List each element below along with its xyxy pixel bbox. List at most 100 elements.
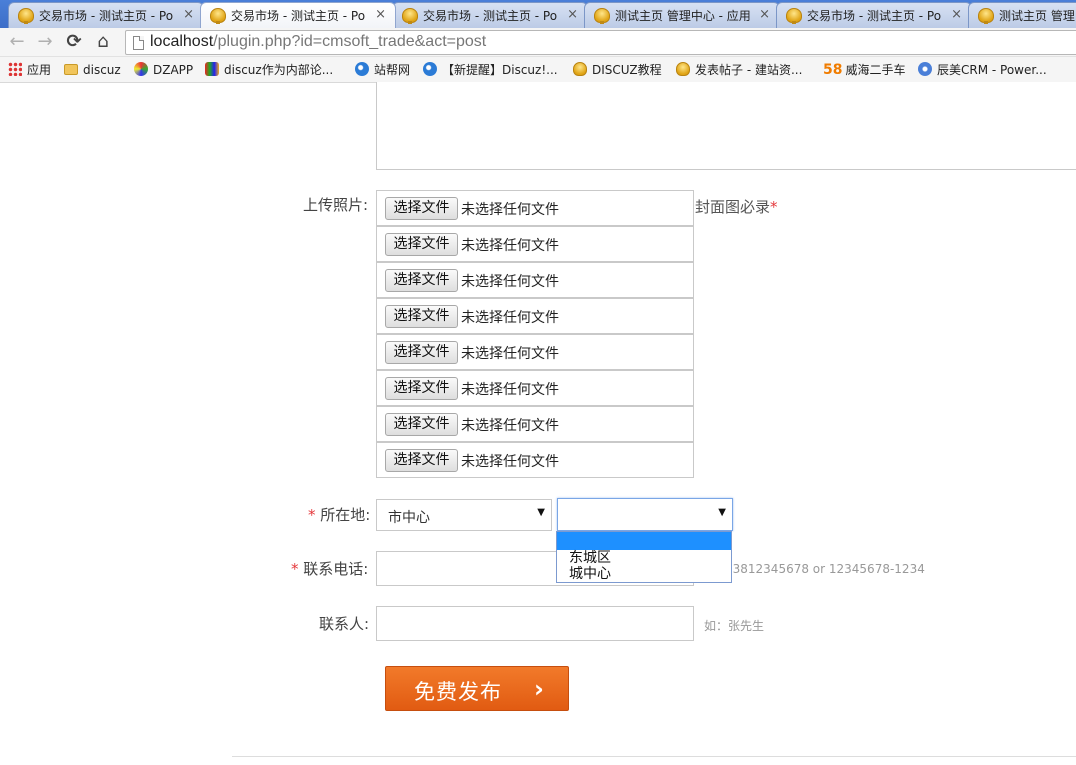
close-icon[interactable]: × bbox=[183, 7, 194, 23]
free-publish-button[interactable]: 免费发布 › bbox=[385, 666, 569, 711]
tab-title: 测试主页 管理中心 - 应用 bbox=[615, 9, 751, 23]
bookmark-discuz-tutorial[interactable]: DISCUZ教程 bbox=[573, 60, 662, 80]
bookmark-apps[interactable]: 应用 bbox=[8, 60, 51, 80]
close-icon[interactable]: × bbox=[759, 7, 770, 23]
trophy-icon bbox=[573, 62, 587, 76]
choose-file-button[interactable]: 选择文件 bbox=[385, 305, 458, 328]
district-dropdown-list: 东城区 城中心 bbox=[556, 531, 732, 583]
bookmark-label: 发表帖子 - 建站资... bbox=[695, 63, 803, 77]
bookmarks-bar: 应用 discuz DZAPP discuz作为内部论... 站帮网 【新提醒】… bbox=[0, 57, 1076, 83]
reload-icon[interactable]: ⟳ bbox=[62, 31, 86, 53]
ie-icon bbox=[355, 62, 369, 76]
address-bar[interactable]: localhost/plugin.php?id=cmsoft_trade&act… bbox=[125, 30, 1076, 55]
close-icon[interactable]: × bbox=[951, 7, 962, 23]
bookmark-zhanbang[interactable]: 站帮网 bbox=[355, 60, 410, 80]
district-option[interactable]: 城中心 bbox=[557, 566, 731, 582]
browser-tab[interactable]: 测试主页 管理中 bbox=[968, 2, 1076, 28]
trophy-icon bbox=[676, 62, 690, 76]
forward-arrow-icon[interactable]: → bbox=[33, 31, 57, 53]
bookmark-discuz-reminder[interactable]: 【新提醒】Discuz!... bbox=[423, 60, 558, 80]
bookmark-label: 【新提醒】Discuz!... bbox=[442, 63, 558, 77]
file-status: 未选择任何文件 bbox=[461, 454, 559, 470]
trophy-favicon-icon bbox=[18, 8, 34, 23]
dzapp-icon bbox=[134, 62, 148, 76]
district-option[interactable]: 东城区 bbox=[557, 550, 731, 566]
location-label-text: 所在地: bbox=[320, 506, 371, 524]
browser-tab[interactable]: 交易市场 - 测试主页 - Po × bbox=[8, 2, 204, 28]
cover-note-text: 封面图必录 bbox=[695, 198, 771, 216]
choose-file-button[interactable]: 选择文件 bbox=[385, 269, 458, 292]
tab-title: 交易市场 - 测试主页 - Po bbox=[423, 9, 558, 23]
file-input-row: 选择文件 未选择任何文件 bbox=[376, 190, 694, 226]
58-icon: 58 bbox=[823, 62, 843, 78]
ie-icon bbox=[423, 62, 437, 76]
multicolor-icon bbox=[205, 62, 219, 76]
phone-label-text: 联系电话: bbox=[303, 560, 369, 578]
phone-label: * 联系电话: bbox=[291, 558, 368, 579]
browser-tab-active[interactable]: 交易市场 - 测试主页 - Po × bbox=[200, 2, 396, 28]
file-input-row: 选择文件 未选择任何文件 bbox=[376, 406, 694, 442]
file-status: 未选择任何文件 bbox=[461, 418, 559, 434]
bookmark-post-thread[interactable]: 发表帖子 - 建站资... bbox=[676, 60, 802, 80]
bookmark-label: 威海二手车 bbox=[845, 63, 906, 77]
url-host: localhost bbox=[150, 33, 214, 50]
bookmark-crm[interactable]: 辰美CRM - Power... bbox=[918, 60, 1047, 80]
browser-tab[interactable]: 交易市场 - 测试主页 - Po × bbox=[776, 2, 972, 28]
close-icon[interactable]: × bbox=[375, 7, 386, 23]
required-mark: * bbox=[308, 506, 316, 524]
choose-file-button[interactable]: 选择文件 bbox=[385, 413, 458, 436]
file-input-row: 选择文件 未选择任何文件 bbox=[376, 334, 694, 370]
url-text: localhost/plugin.php?id=cmsoft_trade&act… bbox=[150, 33, 486, 51]
phone-hint: 13812345678 or 12345678-1234 bbox=[725, 562, 925, 576]
chevron-right-icon: › bbox=[534, 675, 544, 703]
bookmark-label: discuz bbox=[83, 63, 121, 77]
city-select-value: 市中心 bbox=[388, 510, 430, 526]
file-input-row: 选择文件 未选择任何文件 bbox=[376, 370, 694, 406]
trophy-favicon-icon bbox=[978, 8, 994, 23]
tab-title: 交易市场 - 测试主页 - Po bbox=[231, 9, 366, 23]
bookmark-label: discuz作为内部论... bbox=[224, 63, 334, 77]
contact-hint: 如：张先生 bbox=[704, 619, 765, 633]
bookmark-label: 辰美CRM - Power... bbox=[937, 63, 1047, 77]
bookmark-dzapp[interactable]: DZAPP bbox=[134, 60, 193, 80]
choose-file-button[interactable]: 选择文件 bbox=[385, 377, 458, 400]
home-icon[interactable]: ⌂ bbox=[91, 31, 115, 53]
choose-file-button[interactable]: 选择文件 bbox=[385, 449, 458, 472]
browser-tab[interactable]: 测试主页 管理中心 - 应用 × bbox=[584, 2, 780, 28]
required-mark: * bbox=[770, 198, 778, 216]
crm-icon bbox=[918, 62, 932, 76]
bookmark-label: DISCUZ教程 bbox=[592, 63, 662, 77]
contact-input[interactable] bbox=[376, 606, 694, 641]
tab-title: 交易市场 - 测试主页 - Po bbox=[807, 9, 942, 23]
dropdown-arrow-icon: ▼ bbox=[537, 507, 545, 518]
description-textarea[interactable] bbox=[376, 82, 1076, 170]
browser-tab-strip: 交易市场 - 测试主页 - Po × 交易市场 - 测试主页 - Po × 交易… bbox=[0, 0, 1076, 28]
divider bbox=[232, 756, 1076, 757]
choose-file-button[interactable]: 选择文件 bbox=[385, 197, 458, 220]
bookmark-discuz-internal[interactable]: discuz作为内部论... bbox=[205, 60, 333, 80]
bookmark-label: 站帮网 bbox=[374, 63, 411, 77]
page-icon bbox=[133, 36, 144, 50]
submit-label: 免费发布 bbox=[414, 680, 502, 704]
choose-file-button[interactable]: 选择文件 bbox=[385, 341, 458, 364]
bookmark-label: 应用 bbox=[27, 63, 52, 77]
file-status: 未选择任何文件 bbox=[461, 382, 559, 398]
trophy-favicon-icon bbox=[402, 8, 418, 23]
file-status: 未选择任何文件 bbox=[461, 310, 559, 326]
folder-icon bbox=[64, 64, 78, 75]
close-icon[interactable]: × bbox=[567, 7, 578, 23]
choose-file-button[interactable]: 选择文件 bbox=[385, 233, 458, 256]
city-select[interactable]: 市中心 ▼ bbox=[376, 499, 552, 531]
district-option[interactable] bbox=[557, 532, 731, 550]
url-path: /plugin.php?id=cmsoft_trade&act=post bbox=[213, 33, 487, 50]
file-input-row: 选择文件 未选择任何文件 bbox=[376, 298, 694, 334]
bookmark-discuz[interactable]: discuz bbox=[64, 60, 121, 80]
file-input-row: 选择文件 未选择任何文件 bbox=[376, 262, 694, 298]
tab-title: 交易市场 - 测试主页 - Po bbox=[39, 9, 174, 23]
browser-tab[interactable]: 交易市场 - 测试主页 - Po × bbox=[392, 2, 588, 28]
bookmark-label: DZAPP bbox=[153, 63, 194, 77]
district-select[interactable]: ▼ bbox=[557, 498, 733, 531]
back-arrow-icon[interactable]: ← bbox=[5, 31, 29, 53]
bookmark-weihai-cars[interactable]: 58 威海二手车 bbox=[823, 60, 906, 80]
cover-image-note: 封面图必录* bbox=[695, 196, 778, 217]
